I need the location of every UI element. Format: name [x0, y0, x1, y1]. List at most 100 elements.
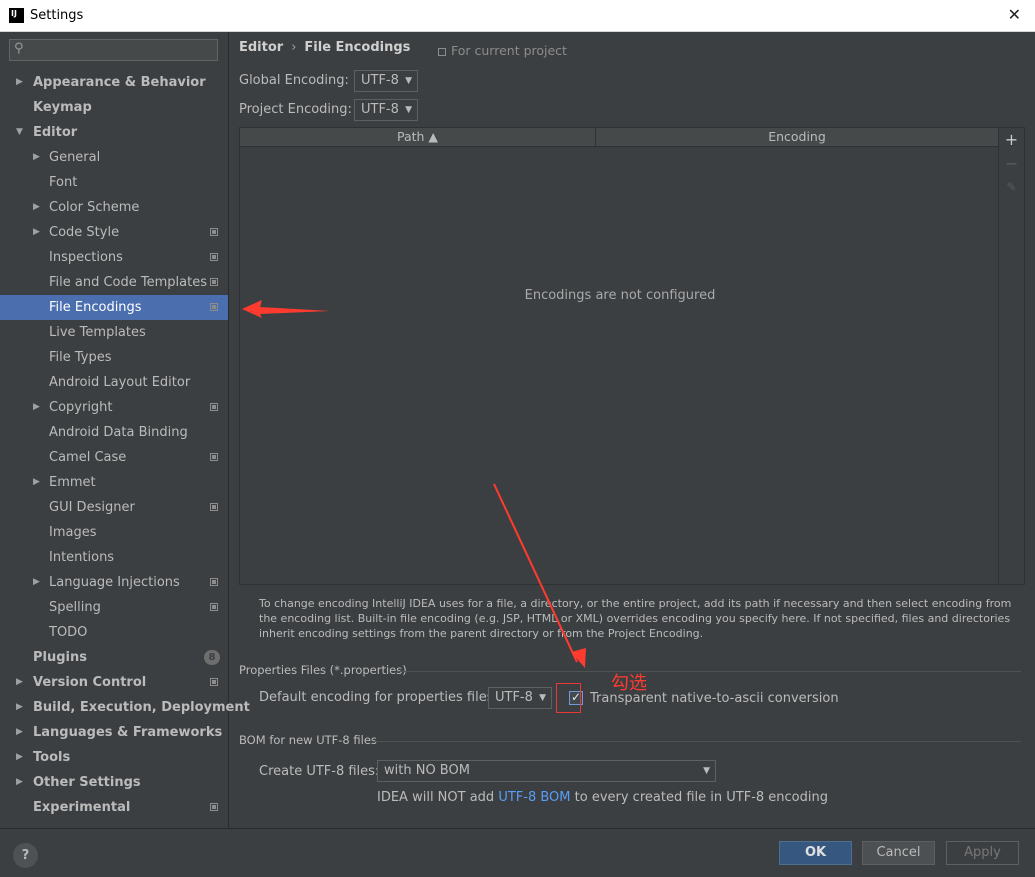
project-scope-icon: [210, 403, 218, 411]
chevron-down-icon: ▼: [703, 766, 710, 776]
sidebar-item-languages-frameworks[interactable]: ▶ Languages & Frameworks: [0, 720, 228, 745]
sidebar-item-font[interactable]: Font: [0, 170, 228, 195]
sidebar-item-file-and-code-templates[interactable]: File and Code Templates: [0, 270, 228, 295]
sidebar-item-copyright[interactable]: ▶ Copyright: [0, 395, 228, 420]
chevron-down-icon: ▼: [539, 693, 546, 703]
sidebar-item-label: Spelling: [49, 600, 101, 615]
expand-down-icon[interactable]: ▼: [16, 120, 23, 145]
sidebar-item-other-settings[interactable]: ▶ Other Settings: [0, 770, 228, 795]
sidebar-item-editor[interactable]: ▼ Editor: [0, 120, 228, 145]
sidebar-item-intentions[interactable]: Intentions: [0, 545, 228, 570]
sidebar-item-version-control[interactable]: ▶ Version Control: [0, 670, 228, 695]
cancel-button[interactable]: Cancel: [862, 841, 935, 865]
chevron-down-icon: ▼: [405, 105, 412, 115]
expand-right-icon[interactable]: ▶: [33, 220, 40, 245]
expand-right-icon[interactable]: ▶: [16, 720, 23, 745]
expand-right-icon[interactable]: ▶: [33, 395, 40, 420]
sidebar-item-images[interactable]: Images: [0, 520, 228, 545]
properties-section-title: Properties Files (*.properties): [239, 663, 407, 677]
sidebar-item-experimental[interactable]: Experimental: [0, 795, 228, 820]
bom-note-suffix: to every created file in UTF-8 encoding: [570, 790, 828, 805]
sidebar-item-live-templates[interactable]: Live Templates: [0, 320, 228, 345]
sidebar-item-spelling[interactable]: Spelling: [0, 595, 228, 620]
project-scope-icon: [210, 603, 218, 611]
file-encodings-panel: Editor › File Encodings For current projec…: [229, 32, 1035, 828]
column-header-path[interactable]: Path ▲: [240, 128, 596, 146]
expand-right-icon[interactable]: ▶: [16, 70, 23, 95]
sidebar-item-label: Font: [49, 175, 78, 190]
sidebar-item-label: File and Code Templates: [49, 275, 207, 290]
sidebar-item-general[interactable]: ▶ General: [0, 145, 228, 170]
sidebar-item-appearance-behavior[interactable]: ▶ Appearance & Behavior: [0, 70, 228, 95]
expand-right-icon[interactable]: ▶: [16, 770, 23, 795]
sidebar-item-label: Appearance & Behavior: [33, 75, 206, 90]
close-icon[interactable]: ✕: [1008, 5, 1021, 24]
sidebar-item-file-types[interactable]: File Types: [0, 345, 228, 370]
breadcrumb-file-encodings: File Encodings: [304, 40, 411, 55]
apply-button[interactable]: Apply: [946, 841, 1019, 865]
project-scope-icon: [210, 453, 218, 461]
bom-note: IDEA will NOT add UTF-8 BOM to every cre…: [377, 790, 828, 805]
sidebar-item-todo[interactable]: TODO: [0, 620, 228, 645]
sidebar-item-code-style[interactable]: ▶ Code Style: [0, 220, 228, 245]
sidebar-item-label: Languages & Frameworks: [33, 725, 223, 740]
encodings-table[interactable]: Path ▲ Encoding Encodings are not config…: [239, 127, 999, 585]
expand-right-icon[interactable]: ▶: [16, 695, 23, 720]
sidebar-item-label: Live Templates: [49, 325, 146, 340]
expand-right-icon[interactable]: ▶: [16, 745, 23, 770]
expand-right-icon[interactable]: ▶: [33, 470, 40, 495]
sidebar-item-label: File Types: [49, 350, 112, 365]
sidebar-item-android-layout-editor[interactable]: Android Layout Editor: [0, 370, 228, 395]
sidebar-item-label: Android Data Binding: [49, 425, 188, 440]
sidebar-item-inspections[interactable]: Inspections: [0, 245, 228, 270]
edit-icon[interactable]: ✎: [999, 180, 1024, 194]
sidebar-item-color-scheme[interactable]: ▶ Color Scheme: [0, 195, 228, 220]
expand-right-icon[interactable]: ▶: [16, 670, 23, 695]
global-encoding-value: UTF-8: [361, 73, 399, 88]
table-header: Path ▲ Encoding: [240, 128, 998, 147]
project-encoding-label: Project Encoding:: [239, 102, 352, 117]
bom-section-title: BOM for new UTF-8 files: [239, 733, 377, 747]
project-scope-icon: [210, 503, 218, 511]
sidebar-item-label: Editor: [33, 125, 78, 140]
expand-right-icon[interactable]: ▶: [33, 195, 40, 220]
section-divider: [397, 671, 1021, 672]
sidebar-item-label: Language Injections: [49, 575, 180, 590]
breadcrumb-editor: Editor: [239, 40, 284, 55]
column-header-encoding[interactable]: Encoding: [596, 128, 998, 146]
properties-encoding-select[interactable]: UTF-8 ▼: [488, 687, 552, 709]
global-encoding-select[interactable]: UTF-8 ▼: [354, 70, 418, 92]
sidebar-item-label: Color Scheme: [49, 200, 140, 215]
utf8-bom-link[interactable]: UTF-8 BOM: [498, 790, 570, 805]
create-utf8-label: Create UTF-8 files:: [259, 764, 380, 779]
search-icon: ⚲: [14, 41, 24, 56]
sidebar-item-camel-case[interactable]: Camel Case: [0, 445, 228, 470]
sidebar-item-tools[interactable]: ▶ Tools: [0, 745, 228, 770]
expand-right-icon[interactable]: ▶: [33, 570, 40, 595]
for-current-project-label: For current project: [451, 43, 567, 58]
breadcrumb-separator: ›: [291, 40, 297, 55]
ok-button[interactable]: OK: [779, 841, 852, 865]
remove-icon[interactable]: −: [999, 154, 1024, 173]
settings-sidebar: ⚲ ▶ Appearance & Behavior Keymap ▼ Editor ▶ Ge…: [0, 32, 250, 828]
bom-note-prefix: IDEA will NOT add: [377, 790, 499, 805]
expand-right-icon[interactable]: ▶: [33, 145, 40, 170]
create-utf8-select[interactable]: with NO BOM ▼: [377, 760, 716, 782]
sidebar-item-build-execution-deployment[interactable]: ▶ Build, Execution, Deployment: [0, 695, 250, 720]
sidebar-item-language-injections[interactable]: ▶ Language Injections: [0, 570, 228, 595]
sidebar-item-android-data-binding[interactable]: Android Data Binding: [0, 420, 228, 445]
sidebar-item-label: General: [49, 150, 101, 165]
search-field[interactable]: ⚲: [9, 39, 218, 61]
section-divider: [375, 741, 1021, 742]
add-icon[interactable]: +: [999, 130, 1024, 149]
sidebar-item-plugins[interactable]: Plugins 8: [0, 645, 228, 670]
project-encoding-select[interactable]: UTF-8 ▼: [354, 99, 418, 121]
sidebar-item-emmet[interactable]: ▶ Emmet: [0, 470, 228, 495]
help-button[interactable]: ?: [13, 843, 38, 868]
sidebar-item-file-encodings[interactable]: File Encodings: [0, 295, 228, 320]
sidebar-item-label: Inspections: [49, 250, 123, 265]
sidebar-item-gui-designer[interactable]: GUI Designer: [0, 495, 228, 520]
sidebar-item-keymap[interactable]: Keymap: [0, 95, 228, 120]
updates-badge: 8: [204, 650, 220, 665]
project-scope-icon: [210, 253, 218, 261]
